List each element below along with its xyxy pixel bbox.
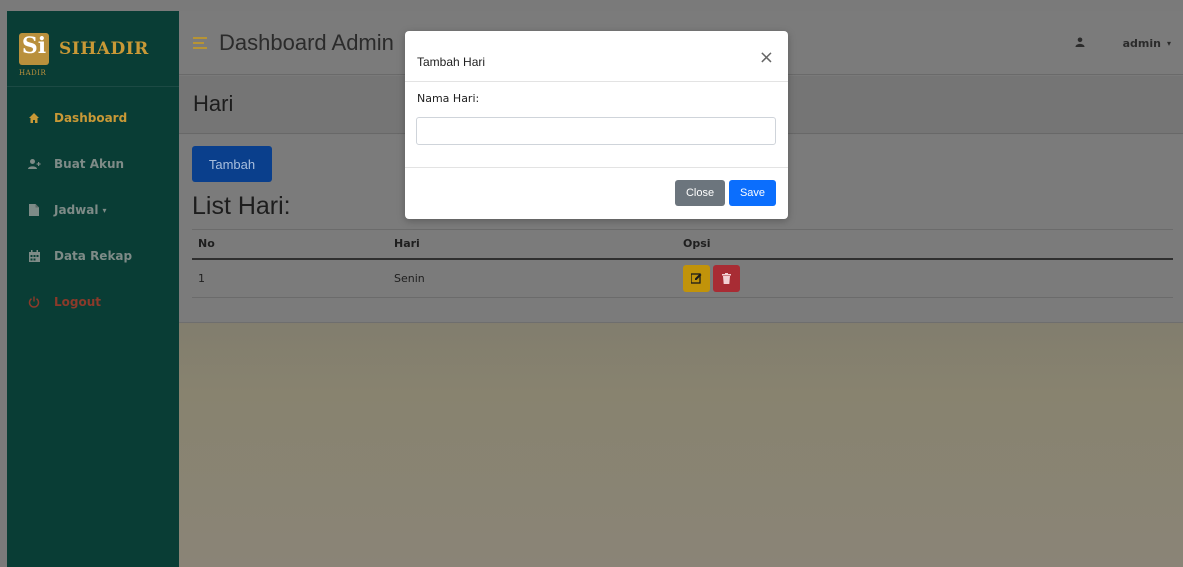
sidebar-item-label: Dashboard: [54, 111, 128, 125]
logo-subtext: HADIR: [19, 68, 47, 77]
column-header-no: No: [192, 229, 388, 260]
chevron-down-icon: ▾: [102, 205, 107, 215]
sidebar-item-label: Buat Akun: [54, 157, 125, 171]
page-title: Hari: [193, 91, 234, 116]
sidebar-item-dashboard[interactable]: Dashboard: [7, 95, 179, 141]
cell-hari: Senin: [388, 258, 677, 298]
power-icon: [27, 295, 41, 309]
column-header-hari: Hari: [388, 229, 677, 260]
sidebar-item-logout[interactable]: Logout: [7, 279, 179, 325]
add-button[interactable]: Tambah: [192, 146, 272, 182]
sidebar-item-label: Jadwal: [54, 203, 99, 217]
nama-hari-input[interactable]: [416, 117, 776, 145]
sidebar-item-label: Logout: [54, 295, 102, 309]
sidebar-item-label: Data Rekap: [54, 249, 133, 263]
sidebar: Si HADIR SIHADIR Dashboard Buat Akun Jad…: [7, 11, 179, 567]
username-label: admin: [1122, 36, 1161, 50]
sidebar-item-buat-akun[interactable]: Buat Akun: [7, 141, 179, 187]
calendar-icon: [27, 249, 41, 263]
list-title: List Hari:: [192, 192, 291, 220]
nama-hari-label: Nama Hari:: [417, 92, 480, 105]
add-hari-modal: Tambah Hari × Nama Hari: Close Save: [405, 31, 788, 219]
edit-button[interactable]: [683, 264, 710, 292]
modal-title: Tambah Hari: [417, 55, 486, 69]
sidebar-item-jadwal[interactable]: Jadwal ▾: [7, 187, 179, 233]
menu-toggle-icon[interactable]: [193, 36, 209, 49]
modal-body: Nama Hari:: [405, 82, 788, 168]
home-icon: [27, 111, 41, 125]
brand-name: SIHADIR: [59, 38, 149, 59]
hari-table: No Hari Opsi 1 Senin: [192, 229, 1173, 298]
close-icon[interactable]: ×: [759, 47, 774, 68]
chevron-down-icon: ▾: [1166, 38, 1171, 48]
close-button[interactable]: Close: [675, 180, 725, 206]
user-icon: [1075, 37, 1085, 50]
sidebar-item-data-rekap[interactable]: Data Rekap: [7, 233, 179, 279]
delete-button[interactable]: [713, 264, 740, 292]
table-row: 1 Senin: [192, 258, 1173, 298]
logo-mark-text: Si: [21, 32, 47, 59]
edit-icon: [691, 273, 702, 284]
sidebar-nav: Dashboard Buat Akun Jadwal ▾ Data Rekap: [7, 87, 179, 325]
trash-icon: [722, 272, 731, 284]
modal-header: Tambah Hari ×: [405, 31, 788, 82]
logo-mark: Si HADIR: [19, 32, 49, 77]
modal-footer: Close Save: [405, 168, 788, 218]
file-icon: [27, 203, 41, 217]
table-header-row: No Hari Opsi: [192, 229, 1173, 260]
cell-opsi: [677, 258, 1173, 298]
user-plus-icon: [27, 157, 41, 171]
column-header-opsi: Opsi: [677, 229, 1173, 260]
user-menu[interactable]: admin ▾: [1075, 11, 1171, 75]
brand-logo[interactable]: Si HADIR SIHADIR: [7, 11, 179, 87]
cell-no: 1: [192, 258, 388, 298]
header-title: Dashboard Admin: [219, 29, 394, 55]
save-button[interactable]: Save: [729, 180, 776, 206]
